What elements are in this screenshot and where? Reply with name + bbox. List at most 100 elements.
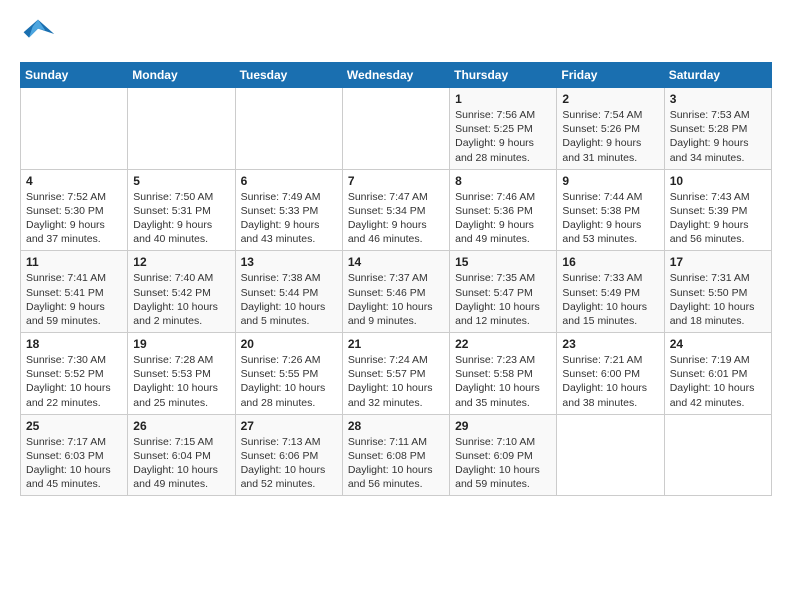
day-info: Sunrise: 7:52 AM Sunset: 5:30 PM Dayligh… (26, 190, 122, 247)
calendar-week-row: 25 Sunrise: 7:17 AM Sunset: 6:03 PM Dayli… (21, 414, 772, 496)
calendar-cell: 11Sunrise: 7:41 AM Sunset: 5:41 PM Dayli… (21, 251, 128, 333)
day-number: 17 (670, 255, 766, 269)
day-number: 1 (455, 92, 551, 106)
day-number: 8 (455, 174, 551, 188)
calendar-cell: 20 Sunrise: 7:26 AM Sunset: 5:55 PM Dayli… (235, 333, 342, 415)
calendar-cell: 13 Sunrise: 7:38 AM Sunset: 5:44 PM Dayli… (235, 251, 342, 333)
day-number: 26 (133, 419, 229, 433)
calendar-cell: 3 Sunrise: 7:53 AM Sunset: 5:28 PM Daylig… (664, 88, 771, 170)
calendar-week-row: 11Sunrise: 7:41 AM Sunset: 5:41 PM Dayli… (21, 251, 772, 333)
calendar-cell: 22 Sunrise: 7:23 AM Sunset: 5:58 PM Dayli… (450, 333, 557, 415)
day-number: 21 (348, 337, 444, 351)
header-day-monday: Monday (128, 63, 235, 88)
calendar-cell: 16 Sunrise: 7:33 AM Sunset: 5:49 PM Dayli… (557, 251, 664, 333)
day-number: 29 (455, 419, 551, 433)
day-number: 5 (133, 174, 229, 188)
day-number: 22 (455, 337, 551, 351)
day-number: 12 (133, 255, 229, 269)
day-info: Sunrise: 7:26 AM Sunset: 5:55 PM Dayligh… (241, 353, 337, 410)
day-info: Sunrise: 7:15 AM Sunset: 6:04 PM Dayligh… (133, 435, 229, 492)
day-info: Sunrise: 7:44 AM Sunset: 5:38 PM Dayligh… (562, 190, 658, 247)
day-number: 6 (241, 174, 337, 188)
header-day-tuesday: Tuesday (235, 63, 342, 88)
calendar-cell: 24 Sunrise: 7:19 AM Sunset: 6:01 PM Dayli… (664, 333, 771, 415)
header (20, 16, 772, 52)
calendar-cell: 28 Sunrise: 7:11 AM Sunset: 6:08 PM Dayli… (342, 414, 449, 496)
calendar-cell: 23 Sunrise: 7:21 AM Sunset: 6:00 PM Dayli… (557, 333, 664, 415)
day-info: Sunrise: 7:24 AM Sunset: 5:57 PM Dayligh… (348, 353, 444, 410)
calendar-cell: 18 Sunrise: 7:30 AM Sunset: 5:52 PM Dayli… (21, 333, 128, 415)
day-info: Sunrise: 7:38 AM Sunset: 5:44 PM Dayligh… (241, 271, 337, 328)
day-info: Sunrise: 7:19 AM Sunset: 6:01 PM Dayligh… (670, 353, 766, 410)
day-number: 20 (241, 337, 337, 351)
calendar-cell: 27Sunrise: 7:13 AM Sunset: 6:06 PM Dayli… (235, 414, 342, 496)
calendar-week-row: 4Sunrise: 7:52 AM Sunset: 5:30 PM Daylig… (21, 169, 772, 251)
calendar-cell: 9Sunrise: 7:44 AM Sunset: 5:38 PM Daylig… (557, 169, 664, 251)
day-info: Sunrise: 7:47 AM Sunset: 5:34 PM Dayligh… (348, 190, 444, 247)
calendar-cell: 5 Sunrise: 7:50 AM Sunset: 5:31 PM Daylig… (128, 169, 235, 251)
header-day-friday: Friday (557, 63, 664, 88)
calendar-cell: 19 Sunrise: 7:28 AM Sunset: 5:53 PM Dayli… (128, 333, 235, 415)
day-info: Sunrise: 7:30 AM Sunset: 5:52 PM Dayligh… (26, 353, 122, 410)
day-info: Sunrise: 7:23 AM Sunset: 5:58 PM Dayligh… (455, 353, 551, 410)
day-info: Sunrise: 7:21 AM Sunset: 6:00 PM Dayligh… (562, 353, 658, 410)
day-number: 18 (26, 337, 122, 351)
logo (20, 16, 60, 52)
day-info: Sunrise: 7:11 AM Sunset: 6:08 PM Dayligh… (348, 435, 444, 492)
day-info: Sunrise: 7:49 AM Sunset: 5:33 PM Dayligh… (241, 190, 337, 247)
day-info: Sunrise: 7:17 AM Sunset: 6:03 PM Dayligh… (26, 435, 122, 492)
calendar-cell: 14 Sunrise: 7:37 AM Sunset: 5:46 PM Dayli… (342, 251, 449, 333)
day-number: 27 (241, 419, 337, 433)
day-number: 3 (670, 92, 766, 106)
calendar-cell: 2 Sunrise: 7:54 AM Sunset: 5:26 PM Daylig… (557, 88, 664, 170)
day-info: Sunrise: 7:43 AM Sunset: 5:39 PM Dayligh… (670, 190, 766, 247)
day-number: 13 (241, 255, 337, 269)
day-number: 14 (348, 255, 444, 269)
header-day-saturday: Saturday (664, 63, 771, 88)
calendar-cell: 17 Sunrise: 7:31 AM Sunset: 5:50 PM Dayli… (664, 251, 771, 333)
day-info: Sunrise: 7:40 AM Sunset: 5:42 PM Dayligh… (133, 271, 229, 328)
day-info: Sunrise: 7:54 AM Sunset: 5:26 PM Dayligh… (562, 108, 658, 165)
calendar-cell (128, 88, 235, 170)
day-info: Sunrise: 7:50 AM Sunset: 5:31 PM Dayligh… (133, 190, 229, 247)
day-number: 23 (562, 337, 658, 351)
calendar-cell: 6 Sunrise: 7:49 AM Sunset: 5:33 PM Daylig… (235, 169, 342, 251)
day-info: Sunrise: 7:31 AM Sunset: 5:50 PM Dayligh… (670, 271, 766, 328)
day-number: 19 (133, 337, 229, 351)
calendar-cell: 10 Sunrise: 7:43 AM Sunset: 5:39 PM Dayli… (664, 169, 771, 251)
header-day-thursday: Thursday (450, 63, 557, 88)
day-number: 28 (348, 419, 444, 433)
day-number: 2 (562, 92, 658, 106)
calendar-cell: 7 Sunrise: 7:47 AM Sunset: 5:34 PM Daylig… (342, 169, 449, 251)
calendar-cell (557, 414, 664, 496)
calendar-cell (664, 414, 771, 496)
day-number: 24 (670, 337, 766, 351)
day-info: Sunrise: 7:41 AM Sunset: 5:41 PM Dayligh… (26, 271, 122, 328)
day-info: Sunrise: 7:33 AM Sunset: 5:49 PM Dayligh… (562, 271, 658, 328)
calendar-table: SundayMondayTuesdayWednesdayThursdayFrid… (20, 62, 772, 496)
calendar-cell: 25 Sunrise: 7:17 AM Sunset: 6:03 PM Dayli… (21, 414, 128, 496)
calendar-cell: 1 Sunrise: 7:56 AM Sunset: 5:25 PM Daylig… (450, 88, 557, 170)
calendar-cell: 12 Sunrise: 7:40 AM Sunset: 5:42 PM Dayli… (128, 251, 235, 333)
day-number: 10 (670, 174, 766, 188)
day-number: 16 (562, 255, 658, 269)
day-info: Sunrise: 7:35 AM Sunset: 5:47 PM Dayligh… (455, 271, 551, 328)
calendar-header-row: SundayMondayTuesdayWednesdayThursdayFrid… (21, 63, 772, 88)
day-info: Sunrise: 7:28 AM Sunset: 5:53 PM Dayligh… (133, 353, 229, 410)
calendar-cell: 29 Sunrise: 7:10 AM Sunset: 6:09 PM Dayli… (450, 414, 557, 496)
day-info: Sunrise: 7:10 AM Sunset: 6:09 PM Dayligh… (455, 435, 551, 492)
calendar-cell (235, 88, 342, 170)
day-info: Sunrise: 7:37 AM Sunset: 5:46 PM Dayligh… (348, 271, 444, 328)
day-info: Sunrise: 7:56 AM Sunset: 5:25 PM Dayligh… (455, 108, 551, 165)
calendar-cell: 26 Sunrise: 7:15 AM Sunset: 6:04 PM Dayli… (128, 414, 235, 496)
calendar-cell: 21 Sunrise: 7:24 AM Sunset: 5:57 PM Dayli… (342, 333, 449, 415)
calendar-cell: 8 Sunrise: 7:46 AM Sunset: 5:36 PM Daylig… (450, 169, 557, 251)
day-number: 7 (348, 174, 444, 188)
day-number: 25 (26, 419, 122, 433)
day-info: Sunrise: 7:53 AM Sunset: 5:28 PM Dayligh… (670, 108, 766, 165)
calendar-cell: 15Sunrise: 7:35 AM Sunset: 5:47 PM Dayli… (450, 251, 557, 333)
logo-icon (20, 16, 56, 52)
day-info: Sunrise: 7:46 AM Sunset: 5:36 PM Dayligh… (455, 190, 551, 247)
header-day-wednesday: Wednesday (342, 63, 449, 88)
calendar-week-row: 1 Sunrise: 7:56 AM Sunset: 5:25 PM Daylig… (21, 88, 772, 170)
